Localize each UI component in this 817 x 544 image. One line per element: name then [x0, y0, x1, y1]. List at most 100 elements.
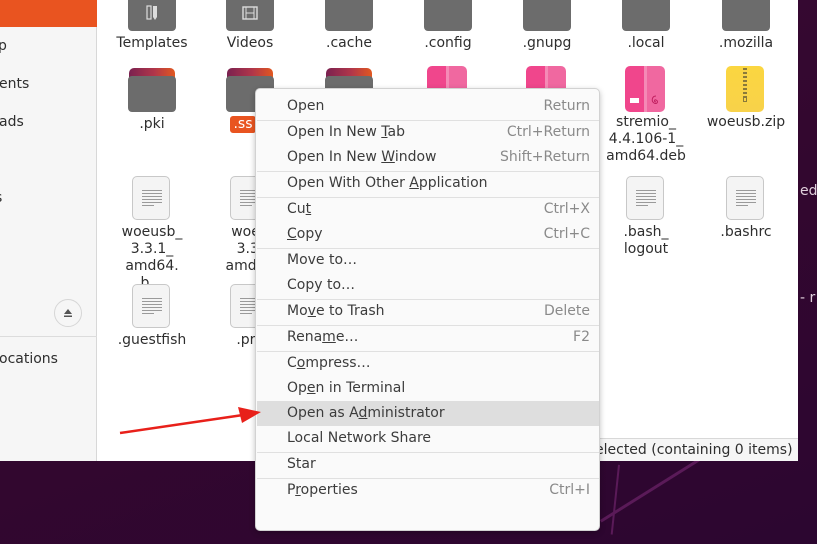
file-item-cache[interactable]: .cache — [301, 0, 397, 52]
annotation-arrow-head — [238, 407, 261, 423]
mnemonic-char: v — [307, 303, 316, 319]
file-name: Templates — [116, 35, 188, 51]
document-icon — [722, 176, 770, 220]
file-item-guestfish[interactable]: .guestfish — [104, 284, 200, 349]
desktop-text: ed — [800, 183, 817, 199]
menu-item-shortcut: Ctrl+C — [543, 226, 590, 242]
menu-item-shortcut: Shift+Return — [499, 149, 590, 165]
mnemonic-char: o — [296, 355, 306, 371]
file-item-woeusb-zip[interactable]: woeusb.zip — [698, 66, 794, 131]
menu-item-move-to-trash[interactable]: Move to Trash Delete — [257, 299, 599, 324]
file-item-videos[interactable]: Videos — [202, 0, 298, 52]
file-name: .config — [424, 35, 472, 51]
menu-item-shortcut: Ctrl+Return — [506, 124, 590, 140]
sidebar: p ents ads s ocations — [0, 0, 97, 461]
folder-icon — [523, 0, 571, 31]
menu-item-shortcut: Ctrl+X — [543, 201, 590, 217]
menu-item-open[interactable]: Open Return — [257, 94, 599, 119]
menu-item-label: Open in Terminal — [287, 380, 406, 396]
menu-item-label: Open as Administrator — [287, 405, 445, 421]
sidebar-item-label: ocations — [0, 351, 58, 367]
menu-item-label: Compress… — [287, 355, 371, 371]
file-name: .bash_ logout — [623, 224, 669, 257]
document-icon — [128, 284, 176, 328]
folder-icon — [622, 0, 670, 31]
file-name: .guestfish — [117, 332, 187, 348]
menu-item-shortcut: Delete — [544, 303, 590, 319]
file-name: .pki — [139, 116, 165, 132]
folder-icon — [128, 68, 176, 112]
folder-icon — [722, 0, 770, 31]
menu-item-label: Copy to… — [287, 277, 356, 293]
file-name: Videos — [226, 35, 274, 51]
zip-archive-icon — [722, 66, 770, 112]
menu-item-copy-to[interactable]: Copy to… — [257, 273, 599, 298]
menu-item-label: Local Network Share — [287, 430, 432, 446]
file-item-gnupg[interactable]: .gnupg — [499, 0, 595, 52]
menu-item-shortcut: F2 — [573, 329, 590, 345]
menu-item-copy[interactable]: Copy Ctrl+C — [257, 222, 599, 247]
folder-icon — [128, 0, 176, 31]
sidebar-item-desktop[interactable]: p — [0, 38, 8, 58]
menu-item-open-in-terminal[interactable]: Open in Terminal — [257, 376, 599, 401]
menu-item-local-network-share[interactable]: Local Network Share — [257, 426, 599, 451]
file-name: .bashrc — [720, 224, 772, 240]
file-name: woeusb_ 3.3.1_ amd64.b… — [121, 224, 183, 291]
sidebar-item-active[interactable] — [0, 0, 97, 27]
desktop-wallpaper-line — [610, 464, 620, 535]
mnemonic-char: t — [305, 201, 312, 217]
menu-item-open-new-window[interactable]: Open In New Window Shift+Return — [257, 145, 599, 170]
file-item-config[interactable]: .config — [400, 0, 496, 52]
menu-item-open-with-other-application[interactable]: Open With Other Application — [257, 171, 599, 196]
sidebar-item-label: ads — [0, 114, 24, 130]
menu-item-label: Open With Other Application — [287, 175, 488, 191]
menu-item-label: Open In New Tab — [287, 124, 405, 140]
mnemonic-char: W — [381, 149, 395, 165]
eject-button[interactable] — [54, 299, 82, 327]
desktop-text: - r — [800, 290, 816, 306]
file-name: .gnupg — [522, 35, 572, 51]
menu-item-label: Open — [287, 98, 325, 114]
file-item-woeusb-bin[interactable]: woeusb_ 3.3.1_ amd64.b… — [104, 176, 200, 292]
file-item-templates[interactable]: Templates — [104, 0, 200, 52]
file-name: stremio_ 4.4.106-1_ amd64.deb — [606, 114, 686, 164]
menu-item-rename[interactable]: Rename… F2 — [257, 325, 599, 350]
file-name: .local — [627, 35, 665, 51]
templates-icon — [146, 5, 157, 20]
eject-icon — [64, 309, 72, 317]
deb-package-icon — [622, 66, 670, 112]
menu-item-properties[interactable]: Properties Ctrl+I — [257, 478, 599, 503]
menu-item-move-to[interactable]: Move to… — [257, 248, 599, 273]
menu-item-cut[interactable]: Cut Ctrl+X — [257, 197, 599, 222]
file-item-mozilla[interactable]: .mozilla — [698, 0, 794, 52]
document-icon — [128, 176, 176, 220]
menu-item-label: Copy — [287, 226, 323, 242]
menu-item-shortcut: Ctrl+I — [549, 482, 590, 498]
file-name: .mozilla — [718, 35, 774, 51]
mnemonic-char: C — [287, 226, 297, 242]
menu-item-label: Open In New Window — [287, 149, 437, 165]
menu-item-open-as-administrator[interactable]: Open as Administrator — [257, 401, 599, 426]
file-item-stremio-deb[interactable]: stremio_ 4.4.106-1_ amd64.deb — [598, 66, 694, 165]
folder-icon — [424, 0, 472, 31]
menu-item-label: Move to Trash — [287, 303, 385, 319]
menu-item-label: Properties — [287, 482, 358, 498]
file-name: woeusb.zip — [706, 114, 786, 130]
menu-item-label: Rename… — [287, 329, 359, 345]
file-name: .cache — [326, 35, 372, 51]
mnemonic-char: A — [409, 175, 419, 191]
folder-icon — [226, 0, 274, 31]
file-item-bash-logout[interactable]: .bash_ logout — [598, 176, 694, 258]
menu-item-shortcut: Return — [543, 98, 590, 114]
menu-item-star[interactable]: Star — [257, 452, 599, 477]
file-item-bashrc[interactable]: .bashrc — [698, 176, 794, 241]
mnemonic-char: r — [295, 482, 301, 498]
menu-item-open-new-tab[interactable]: Open In New Tab Ctrl+Return — [257, 120, 599, 145]
sidebar-item-label: p — [0, 38, 7, 54]
file-item-local[interactable]: .local — [598, 0, 694, 52]
file-item-pki[interactable]: .pki — [104, 68, 200, 133]
status-bar: elected (containing 0 items) — [591, 438, 798, 461]
context-menu: Open Return Open In New Tab Ctrl+Return … — [255, 88, 600, 531]
document-icon — [622, 176, 670, 220]
menu-item-compress[interactable]: Compress… — [257, 351, 599, 376]
